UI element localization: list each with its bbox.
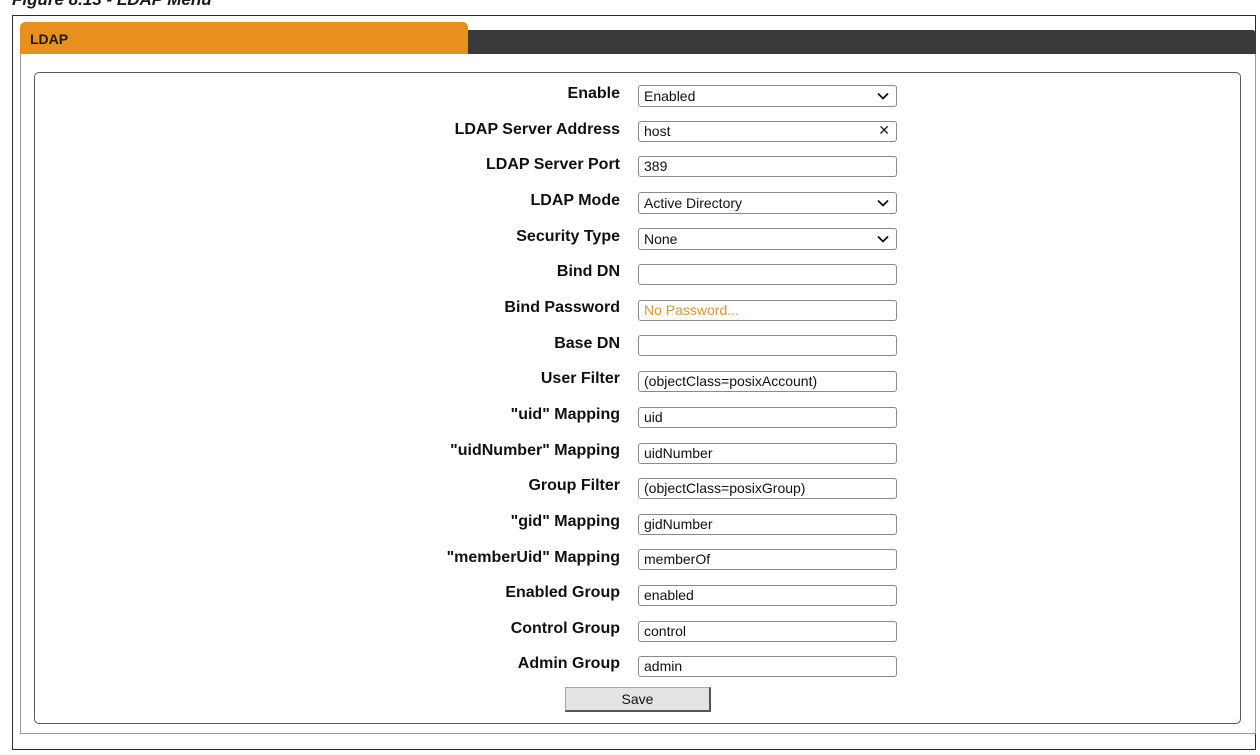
- control-group-input[interactable]: control: [638, 621, 897, 642]
- uidnumber-mapping-input[interactable]: uidNumber: [638, 443, 897, 464]
- chevron-down-icon: [877, 235, 889, 243]
- ldap-mode-label: LDAP Mode: [530, 192, 620, 209]
- bind-password-placeholder: No Password...: [644, 302, 739, 318]
- tab-bar-background: [460, 30, 1256, 54]
- base-dn-input[interactable]: [638, 335, 897, 356]
- figure-caption: Figure 8.13 - LDAP Menu: [12, 0, 212, 9]
- ldap-mode-select-value: Active Directory: [644, 195, 743, 211]
- user-filter-input[interactable]: (objectClass=posixAccount): [638, 371, 897, 392]
- security-type-select[interactable]: None: [638, 228, 897, 250]
- enable-select[interactable]: Enabled: [638, 85, 897, 107]
- ldap-server-address-label: LDAP Server Address: [454, 121, 620, 138]
- enabled-group-value: enabled: [644, 587, 694, 603]
- enable-select-value: Enabled: [644, 88, 696, 104]
- admin-group-value: admin: [644, 658, 683, 674]
- gid-mapping-input[interactable]: gidNumber: [638, 514, 897, 535]
- bind-password-input[interactable]: No Password...: [638, 300, 897, 321]
- ldap-server-address-input[interactable]: host ✕: [638, 121, 897, 142]
- security-type-label: Security Type: [516, 228, 620, 245]
- uid-mapping-value: uid: [644, 409, 663, 425]
- ldap-server-port-input[interactable]: 389: [638, 156, 897, 177]
- tab-ldap[interactable]: LDAP: [20, 22, 468, 54]
- ldap-server-port-value: 389: [644, 158, 668, 174]
- enabled-group-label: Enabled Group: [505, 584, 620, 601]
- ldap-server-port-label: LDAP Server Port: [486, 156, 620, 173]
- user-filter-value: (objectClass=posixAccount): [644, 373, 818, 389]
- uid-mapping-input[interactable]: uid: [638, 407, 897, 428]
- memberuid-mapping-input[interactable]: memberOf: [638, 549, 897, 570]
- memberuid-mapping-label: "memberUid" Mapping: [446, 549, 620, 566]
- ldap-server-address-value: host: [644, 123, 671, 139]
- control-group-label: Control Group: [510, 620, 620, 637]
- admin-group-label: Admin Group: [517, 655, 620, 672]
- enable-label: Enable: [567, 85, 620, 102]
- tab-bar: LDAP: [20, 22, 1256, 54]
- security-type-select-value: None: [644, 231, 678, 247]
- chevron-down-icon: [877, 92, 889, 100]
- ldap-mode-select[interactable]: Active Directory: [638, 192, 897, 214]
- save-button[interactable]: Save: [565, 687, 711, 712]
- uidnumber-mapping-label: "uidNumber" Mapping: [450, 442, 620, 459]
- enabled-group-input[interactable]: enabled: [638, 585, 897, 606]
- bind-password-label: Bind Password: [504, 299, 620, 316]
- chevron-down-icon: [877, 199, 889, 207]
- user-filter-label: User Filter: [540, 370, 620, 387]
- uid-mapping-label: "uid" Mapping: [510, 406, 620, 423]
- group-filter-value: (objectClass=posixGroup): [644, 480, 806, 496]
- base-dn-label: Base DN: [554, 335, 620, 352]
- group-filter-label: Group Filter: [528, 477, 620, 494]
- bind-dn-label: Bind DN: [556, 263, 620, 280]
- control-group-value: control: [644, 623, 687, 639]
- group-filter-input[interactable]: (objectClass=posixGroup): [638, 478, 897, 499]
- clear-icon[interactable]: ✕: [878, 123, 890, 138]
- gid-mapping-label: "gid" Mapping: [510, 513, 620, 530]
- gid-mapping-value: gidNumber: [644, 516, 713, 532]
- admin-group-input[interactable]: admin: [638, 656, 897, 677]
- uidnumber-mapping-value: uidNumber: [644, 445, 713, 461]
- bind-dn-input[interactable]: [638, 264, 897, 285]
- memberuid-mapping-value: memberOf: [644, 551, 711, 567]
